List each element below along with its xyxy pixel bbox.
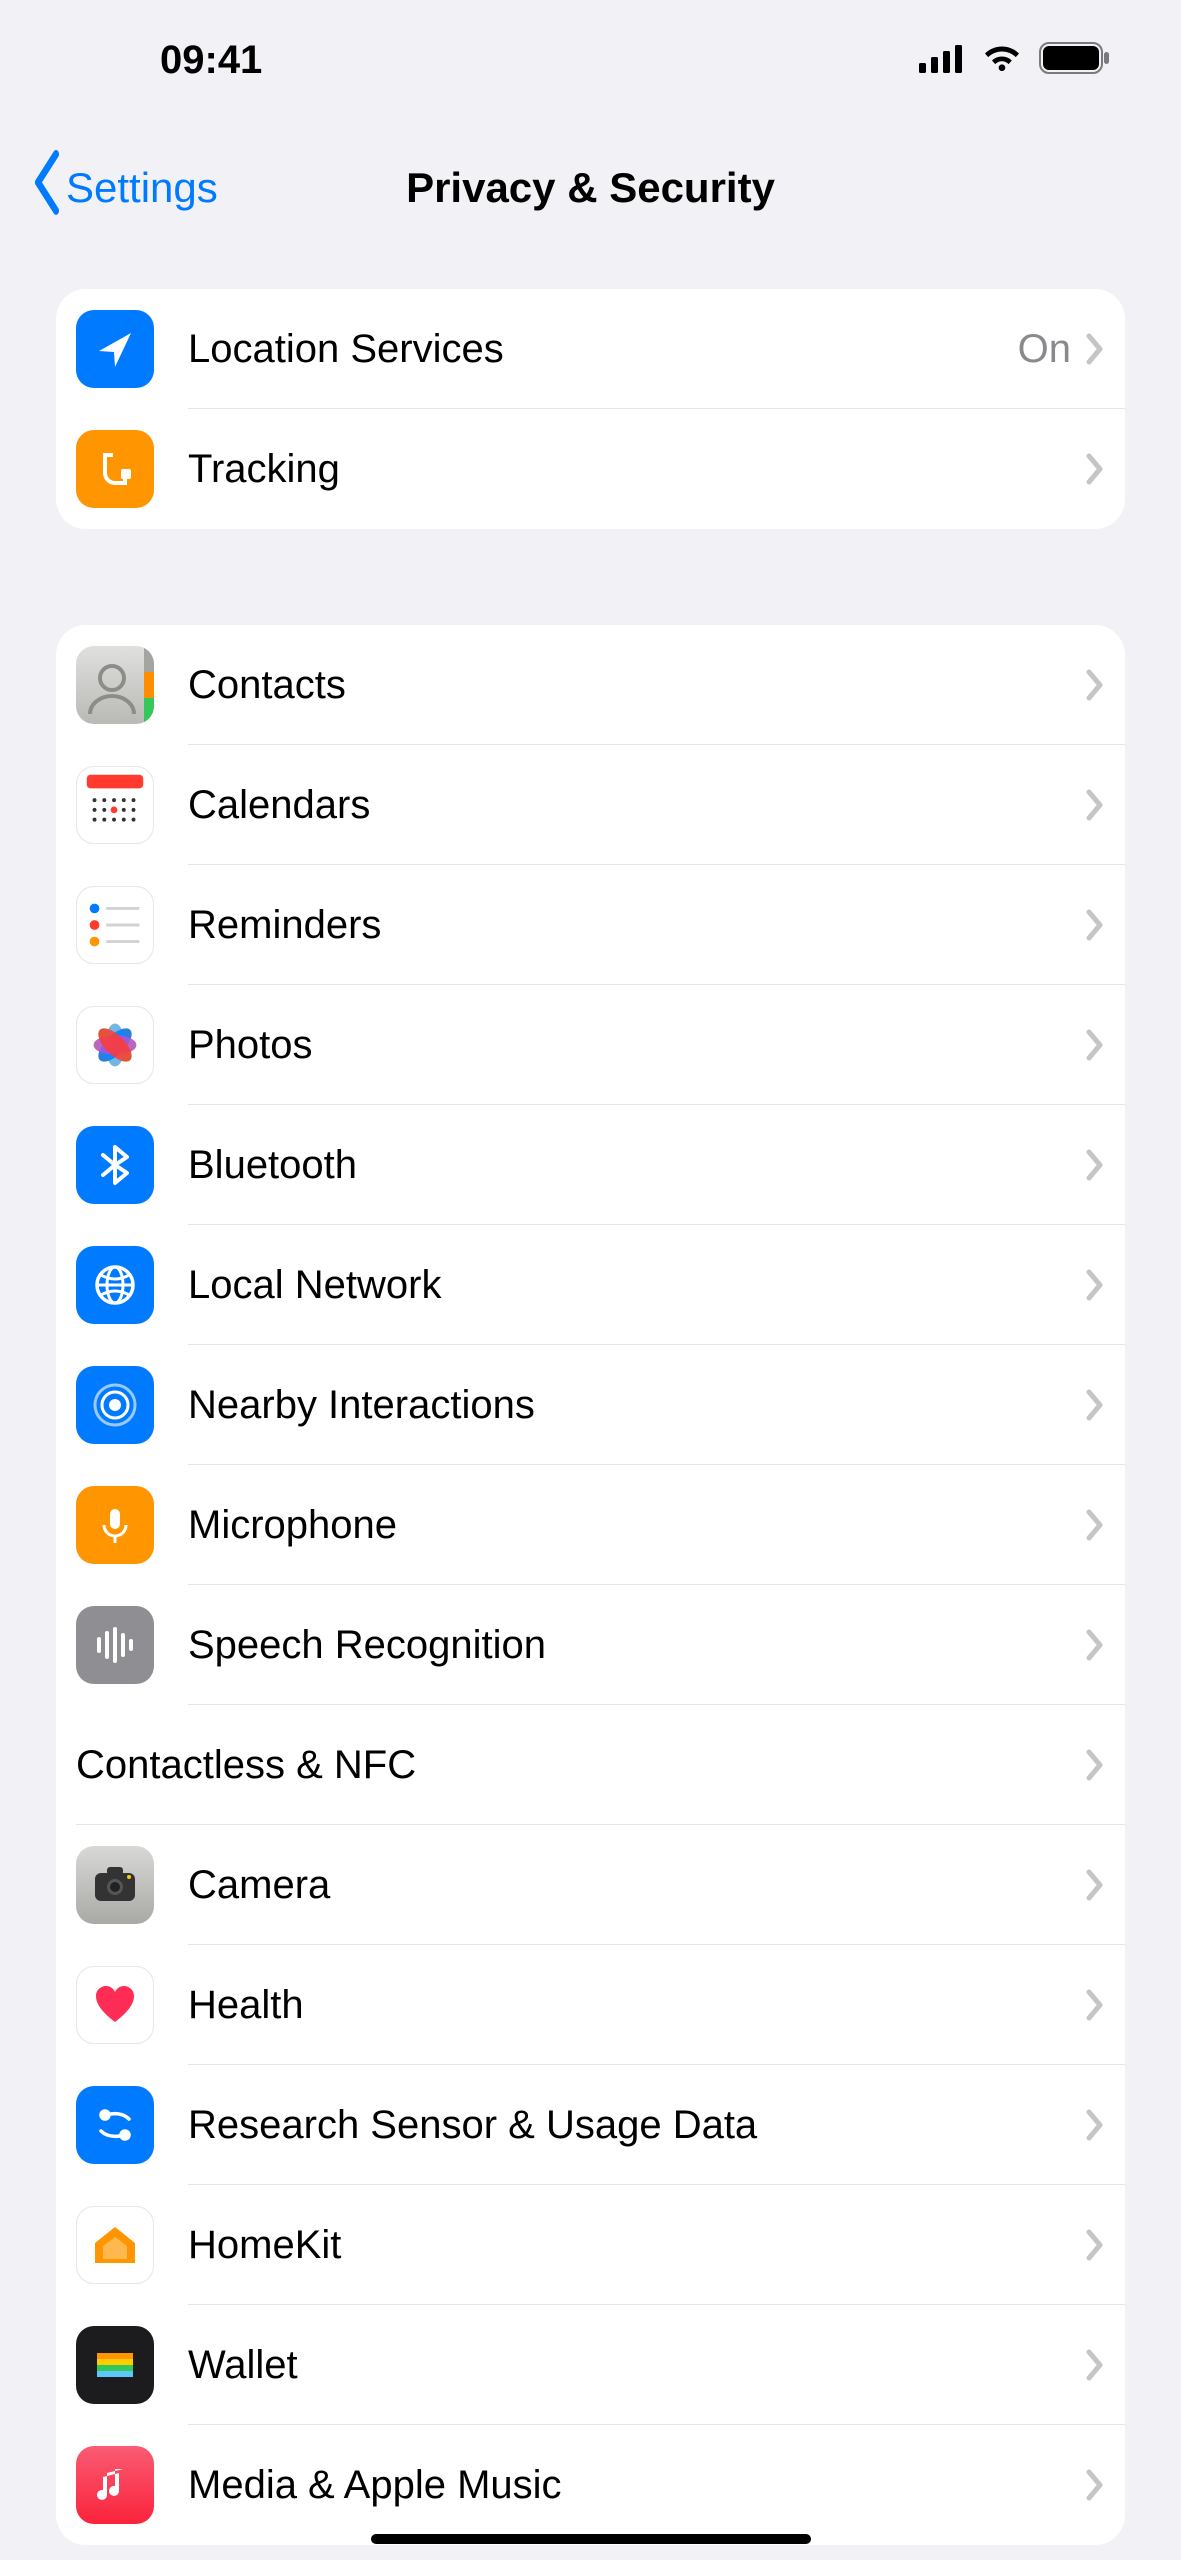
status-time: 09:41 [160,38,262,83]
row-reminders[interactable]: Reminders [56,865,1125,985]
chevron-right-icon [1085,788,1125,822]
row-label: Camera [188,1863,1085,1908]
chevron-right-icon [1085,1988,1125,2022]
chevron-right-icon [1085,1748,1125,1782]
row-label: Speech Recognition [188,1623,1085,1668]
row-microphone[interactable]: Microphone [56,1465,1125,1585]
row-label: Photos [188,1023,1085,1068]
row-label: Calendars [188,783,1085,828]
row-label: Media & Apple Music [188,2463,1085,2508]
device-frame: 09:41 Settings Privacy & Security [0,0,1181,2560]
row-contacts[interactable]: Contacts [56,625,1125,745]
camera-icon [76,1846,154,1924]
chevron-right-icon [1085,908,1125,942]
row-label: Reminders [188,903,1085,948]
row-label: Wallet [188,2343,1085,2388]
bluetooth-icon [76,1126,154,1204]
wallet-icon [76,2326,154,2404]
row-label: Nearby Interactions [188,1383,1085,1428]
chevron-right-icon [1085,452,1125,486]
contacts-icon [76,646,154,724]
health-icon [76,1966,154,2044]
chevron-right-icon [1085,1628,1125,1662]
homekit-icon [76,2206,154,2284]
row-research-sensor[interactable]: Research Sensor & Usage Data [56,2065,1125,2185]
wifi-icon [981,43,1023,78]
nearby-icon [76,1366,154,1444]
chevron-right-icon [1085,1508,1125,1542]
battery-icon [1039,42,1111,79]
chevron-right-icon [1085,1268,1125,1302]
row-label: Microphone [188,1503,1085,1548]
microphone-icon [76,1486,154,1564]
row-calendars[interactable]: Calendars [56,745,1125,865]
chevron-right-icon [1085,1388,1125,1422]
chevron-right-icon [1085,2228,1125,2262]
row-location-services[interactable]: Location Services On [56,289,1125,409]
speech-icon [76,1606,154,1684]
row-homekit[interactable]: HomeKit [56,2185,1125,2305]
row-nearby-interactions[interactable]: Nearby Interactions [56,1345,1125,1465]
row-label: Local Network [188,1263,1085,1308]
row-label: Research Sensor & Usage Data [188,2103,1085,2148]
row-label: Contactless & NFC [76,1743,1085,1788]
row-speech-recognition[interactable]: Speech Recognition [56,1585,1125,1705]
row-bluetooth[interactable]: Bluetooth [56,1105,1125,1225]
row-tracking[interactable]: Tracking [56,409,1125,529]
row-label: HomeKit [188,2223,1085,2268]
row-photos[interactable]: Photos [56,985,1125,1105]
cellular-icon [919,43,965,78]
row-label: Bluetooth [188,1143,1085,1188]
row-value: On [1018,327,1071,372]
status-icons [919,42,1111,79]
row-camera[interactable]: Camera [56,1825,1125,1945]
local-network-icon [76,1246,154,1324]
calendar-icon [76,766,154,844]
location-icon [76,310,154,388]
home-indicator [371,2534,811,2544]
music-icon [76,2446,154,2524]
row-label: Location Services [188,327,1018,372]
chevron-left-icon [30,148,62,228]
row-wallet[interactable]: Wallet [56,2305,1125,2425]
back-label: Settings [66,164,218,212]
row-label: Contacts [188,663,1085,708]
nav-bar: Settings Privacy & Security [0,137,1181,239]
chevron-right-icon [1085,668,1125,702]
chevron-right-icon [1085,1868,1125,1902]
status-bar: 09:41 [0,0,1181,113]
tracking-icon [76,430,154,508]
chevron-right-icon [1085,1028,1125,1062]
row-label: Tracking [188,447,1085,492]
reminders-icon [76,886,154,964]
chevron-right-icon [1085,2348,1125,2382]
settings-group-2: Contacts Calendars Reminders [56,625,1125,2545]
settings-group-1: Location Services On Tracking [56,289,1125,529]
chevron-right-icon [1085,2108,1125,2142]
chevron-right-icon [1085,1148,1125,1182]
chevron-right-icon [1085,332,1125,366]
row-media-apple-music[interactable]: Media & Apple Music [56,2425,1125,2545]
row-contactless-nfc[interactable]: Contactless & NFC [56,1705,1125,1825]
content: Location Services On Tracking Contacts [0,289,1181,2545]
row-health[interactable]: Health [56,1945,1125,2065]
row-label: Health [188,1983,1085,2028]
row-local-network[interactable]: Local Network [56,1225,1125,1345]
back-button[interactable]: Settings [30,159,218,218]
research-icon [76,2086,154,2164]
photos-icon [76,1006,154,1084]
chevron-right-icon [1085,2468,1125,2502]
